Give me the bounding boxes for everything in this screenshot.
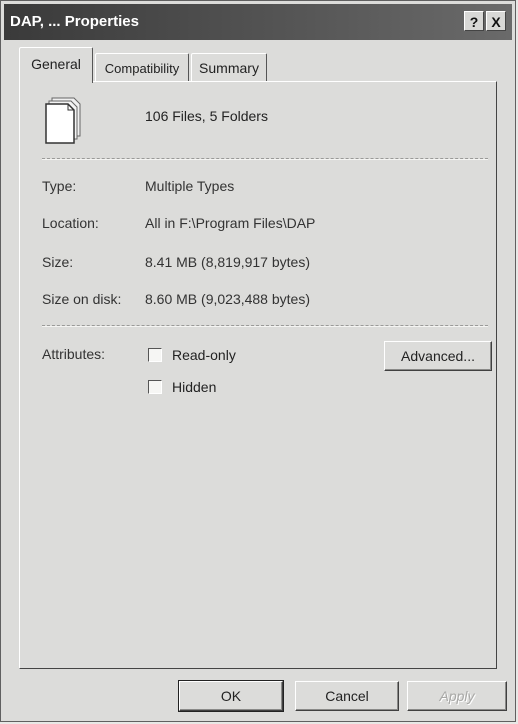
read-only-option[interactable]: Read-only <box>148 346 236 364</box>
help-button[interactable]: ? <box>464 11 484 31</box>
properties-dialog: DAP, ... Properties ? X General Compatib… <box>0 0 516 722</box>
file-stack-icon <box>45 97 81 144</box>
size-on-disk-value: 8.60 MB (9,023,488 bytes) <box>145 291 310 307</box>
attributes-label: Attributes: <box>42 346 106 362</box>
help-icon: ? <box>469 14 479 30</box>
close-button[interactable]: X <box>486 11 506 31</box>
separator <box>42 325 488 327</box>
size-label: Size: <box>42 254 74 270</box>
read-only-label: Read-only <box>172 347 236 363</box>
window-title: DAP, ... Properties <box>10 13 139 30</box>
size-value: 8.41 MB (8,819,917 bytes) <box>145 254 310 270</box>
apply-button: Apply <box>407 681 507 711</box>
size-on-disk-label: Size on disk: <box>42 291 122 307</box>
location-label: Location: <box>42 215 99 231</box>
tab-compatibility[interactable]: Compatibility <box>95 53 189 81</box>
cancel-button[interactable]: Cancel <box>295 681 399 711</box>
close-icon: X <box>491 14 501 30</box>
read-only-checkbox[interactable] <box>148 348 162 362</box>
tab-general-label: General <box>31 56 81 72</box>
tab-summary-label: Summary <box>199 60 259 76</box>
ok-button[interactable]: OK <box>178 680 284 712</box>
tab-general[interactable]: General <box>19 47 93 83</box>
title-bar: DAP, ... Properties ? X <box>4 4 512 40</box>
tab-compatibility-label: Compatibility <box>104 61 180 76</box>
hidden-checkbox[interactable] <box>148 380 162 394</box>
file-count-summary: 106 Files, 5 Folders <box>145 108 268 124</box>
location-value: All in F:\Program Files\DAP <box>145 215 316 231</box>
type-value: Multiple Types <box>145 178 235 194</box>
tab-summary[interactable]: Summary <box>191 53 267 81</box>
general-panel: 106 Files, 5 Folders Type: Multiple Type… <box>19 81 497 669</box>
type-label: Type: <box>42 178 77 194</box>
hidden-option[interactable]: Hidden <box>148 378 216 396</box>
separator <box>42 158 488 160</box>
hidden-label: Hidden <box>172 379 217 395</box>
advanced-button[interactable]: Advanced... <box>384 341 492 371</box>
